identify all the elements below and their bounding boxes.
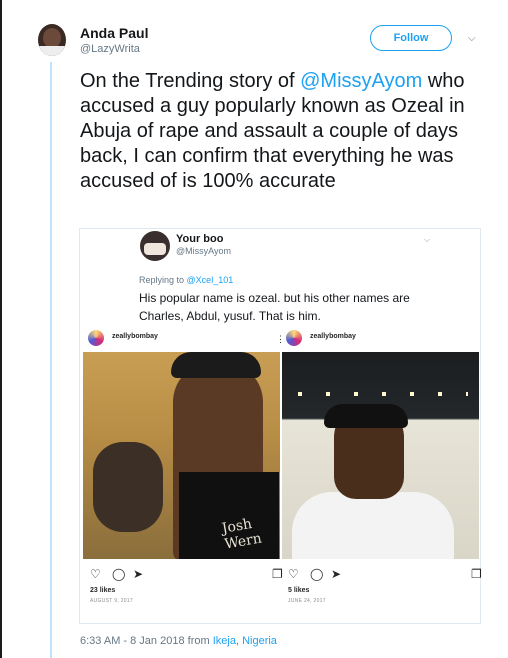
ig-avatar — [286, 330, 302, 346]
replying-to: Replying to @Xcel_101 — [139, 275, 233, 285]
from-label: from — [187, 635, 210, 647]
share-icon: ➤ — [331, 567, 342, 581]
ceiling-lights — [298, 392, 468, 396]
tweet-metadata: 6:33 AM - 8 Jan 2018 from Ikeja, Nigeria — [80, 635, 277, 647]
quoted-name: Your boo — [176, 233, 224, 245]
cap — [324, 404, 408, 428]
ig-username: zeallybombay — [112, 333, 158, 340]
timestamp[interactable]: 6:33 AM - 8 Jan 2018 — [80, 635, 185, 647]
ig-header: zeallybombay ⋮ — [88, 328, 285, 352]
ig-photo — [282, 352, 479, 559]
avatar[interactable] — [38, 24, 66, 56]
ig-likes: 5 likes — [288, 587, 310, 594]
replying-prefix: Replying to — [139, 275, 185, 285]
heart-icon: ♡ — [288, 567, 299, 581]
author-name[interactable]: Anda Paul — [80, 25, 148, 41]
avatar-cake — [144, 243, 166, 255]
location-country-link[interactable]: Nigeria — [242, 635, 277, 647]
tweet-image[interactable]: Your boo @MissyAyom ⌵ Replying to @Xcel_… — [79, 228, 482, 624]
ig-date: AUGUST 9, 2017 — [90, 598, 134, 604]
chevron-down-icon[interactable]: ⌵ — [468, 33, 476, 44]
bookmark-icon: ❐ — [471, 567, 482, 581]
comment-icon: ◯ — [310, 567, 324, 581]
background-person — [93, 442, 163, 532]
mention-link[interactable]: @MissyAyom — [300, 70, 422, 92]
heart-icon: ♡ — [90, 567, 101, 581]
quoted-handle: @MissyAyom — [176, 246, 231, 256]
ig-header: zeallybombay — [286, 328, 476, 352]
tweet-text: On the Trending story of @MissyAyom who … — [80, 69, 490, 194]
comment-icon: ◯ — [112, 567, 126, 581]
thread-line — [50, 62, 52, 658]
location-separator: , — [235, 635, 240, 647]
replying-handle: @Xcel_101 — [186, 275, 234, 285]
quoted-avatar — [140, 231, 170, 261]
ig-avatar — [88, 330, 104, 346]
chevron-down-icon: ⌵ — [424, 235, 431, 244]
quoted-text: His popular name is ozeal. but his other… — [139, 291, 410, 323]
ig-photo: Josh Wern — [83, 352, 280, 559]
ig-username: zeallybombay — [310, 333, 356, 340]
avatar-shirt — [38, 46, 66, 56]
bookmark-icon: ❐ — [272, 567, 283, 581]
follow-button[interactable]: Follow — [370, 25, 452, 51]
ig-actions: ♡ ◯ ➤ ❐ — [288, 567, 482, 581]
share-icon: ➤ — [133, 567, 144, 581]
cap — [171, 352, 261, 378]
ig-likes: 23 likes — [90, 587, 116, 594]
more-icon: ⋮ — [276, 334, 285, 344]
author-handle[interactable]: @LazyWrita — [80, 43, 140, 55]
avatar-face — [43, 28, 61, 48]
location-city-link[interactable]: Ikeja — [213, 635, 236, 647]
window-edge — [0, 0, 2, 658]
ig-actions: ♡ ◯ ➤ ❐ — [90, 567, 283, 581]
ig-date: JUNE 24, 2017 — [288, 598, 326, 604]
shirt — [292, 492, 454, 559]
tweet-text-before: On the Trending story of — [80, 70, 301, 92]
